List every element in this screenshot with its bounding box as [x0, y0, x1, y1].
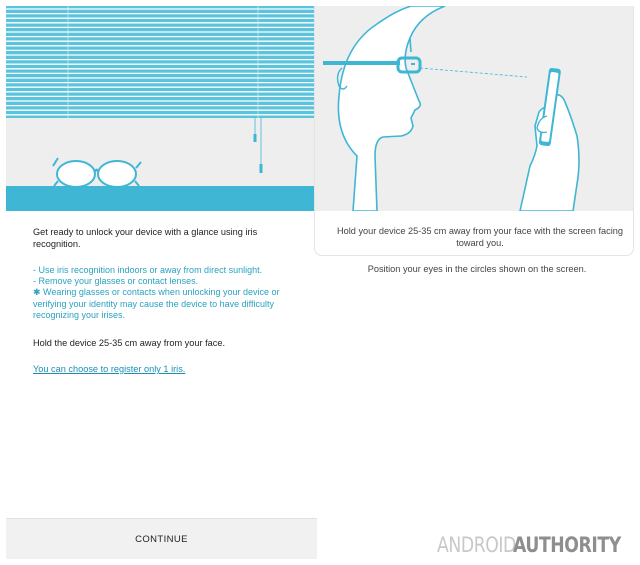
iris-position-screen: Hold your device 25-35 cm away from your…: [314, 6, 634, 256]
watermark-authority: AUTHORITY: [513, 533, 622, 557]
iris-intro-screen: Get ready to unlock your device with a g…: [6, 6, 317, 559]
window-blinds-glasses-illustration: [6, 6, 317, 211]
position-eyes-instruction: Position your eyes in the circles shown …: [367, 264, 587, 274]
face-phone-illustration: [315, 6, 633, 211]
tip-warning: ✱ Wearing glasses or contacts when unloc…: [33, 287, 280, 320]
android-authority-watermark: ANDROID AUTHORITY: [437, 530, 640, 560]
window-blinds: [6, 6, 317, 118]
hold-device-instruction: Hold your device 25-35 cm away from your…: [337, 226, 623, 248]
intro-text: Get ready to unlock your device with a g…: [33, 227, 258, 249]
table-surface: [6, 186, 317, 211]
hold-distance-text: Hold the device 25-35 cm away from your …: [33, 338, 226, 348]
tip-remove-glasses: - Remove your glasses or contact lenses.: [33, 276, 199, 287]
register-one-iris-link[interactable]: You can choose to register only 1 iris.: [33, 363, 185, 375]
continue-button-label: CONTINUE: [135, 533, 188, 545]
continue-button[interactable]: CONTINUE: [6, 518, 317, 559]
tips-list: - Use iris recognition indoors or away f…: [33, 265, 295, 321]
tip-indoors: - Use iris recognition indoors or away f…: [33, 265, 263, 275]
wall: [6, 118, 317, 186]
watermark-android: ANDROID: [437, 533, 516, 557]
